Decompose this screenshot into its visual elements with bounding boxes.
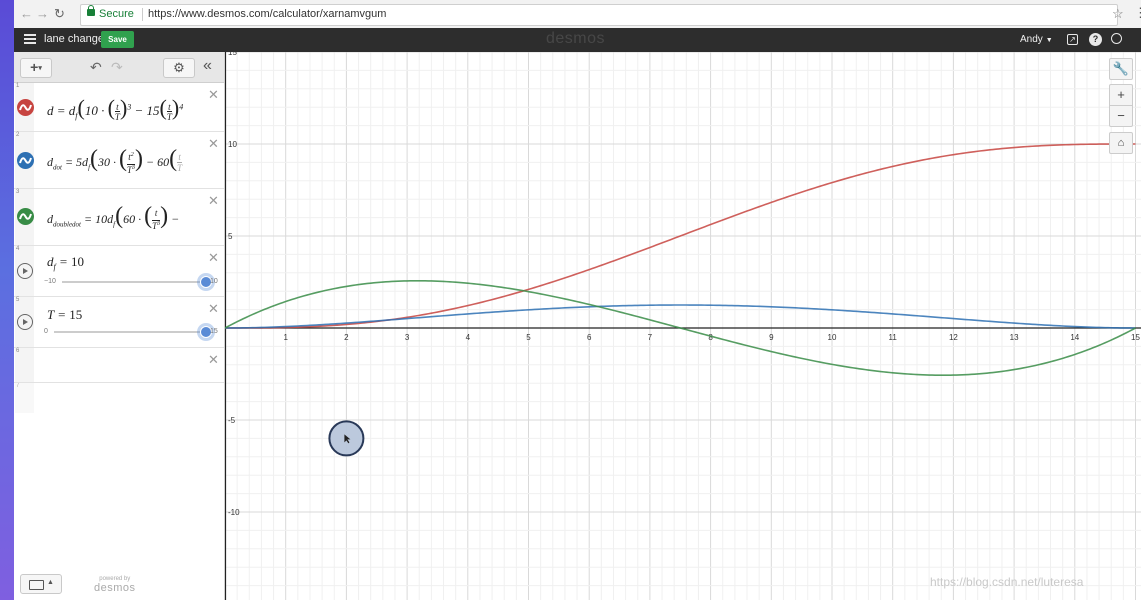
expression-row[interactable]: 1 d = df(10 · (t T)3 − 15(t T)4 ✕ [14,83,224,132]
slider-min[interactable]: −10 [44,278,56,285]
redo-icon[interactable]: ↷ [111,59,123,76]
watermark-text: https://blog.csdn.net/luteresa [930,575,1084,589]
user-name: Andy [1020,34,1043,45]
keyboard-icon [29,580,44,590]
add-item-button[interactable]: +▾ [20,58,52,78]
lock-icon [87,5,95,16]
address-bar[interactable]: Secure https://www.desmos.com/calculator… [80,4,1118,26]
share-icon[interactable]: ↗ [1067,34,1078,45]
green-wave-icon[interactable] [17,208,34,225]
expression-row[interactable]: 2 ddot = 5df(30 · (t2 T3) − 60(t T ✕ [14,132,224,189]
expression-index: 6 [15,348,34,382]
slider-value: 10 [71,254,85,269]
x-tick-label: 11 [889,333,898,342]
x-tick-label: 15 [1131,333,1140,342]
y-tick-label: 5 [228,232,233,241]
x-tick-label: 1 [283,333,288,342]
new-expression-row[interactable]: 7 [14,383,224,413]
user-menu[interactable]: Andy ▼ [1020,34,1053,45]
browser-toolbar: ← → ↻ Secure https://www.desmos.com/calc… [14,0,1141,29]
play-icon[interactable] [17,314,33,330]
x-tick-label: 13 [1010,333,1019,342]
x-tick-label: 10 [828,333,837,342]
y-tick-label: 10 [228,140,237,149]
chevron-up-icon: ▲ [47,579,54,586]
slider-subscript: f [53,262,56,272]
desmos-logo: desmos [546,30,606,47]
velocity-curve [225,304,1136,329]
blue-wave-icon[interactable] [17,152,34,169]
globe-icon[interactable] [1111,33,1122,44]
chevron-down-icon: ▼ [1045,37,1053,44]
x-tick-label: 6 [587,333,592,342]
expression-index: 7 [15,383,34,413]
slider-track[interactable] [62,281,206,283]
slider-value: 15 [69,307,83,322]
graph-canvas[interactable]: 1 2 3 4 5 6 7 8 9 10 11 12 13 14 15 15 10 5 -5 -10 🔧 + − ⌂ [225,52,1141,600]
math-field[interactable]: ddoubledot = 10df(60 · (t T3) − [47,203,209,232]
x-tick-label: 7 [648,333,653,342]
slider-max[interactable]: 15 [210,328,218,335]
close-icon[interactable]: ✕ [208,136,219,152]
powered-by-brand: desmos [94,582,136,594]
x-tick-label: 3 [405,333,410,342]
slider-variable: T [47,307,54,322]
slider-track[interactable] [54,331,206,333]
bookmark-star-icon[interactable]: ☆ [1112,6,1124,22]
close-icon[interactable]: ✕ [208,301,219,317]
close-icon[interactable]: ✕ [208,87,219,103]
slider-min[interactable]: 0 [44,328,48,335]
math-field[interactable]: T = 15 [47,307,82,323]
zoom-out-button[interactable]: − [1109,105,1133,127]
expression-toolbar: +▾ ↶ ↷ ⚙ « [14,52,224,83]
chevron-down-icon: ▾ [38,64,42,72]
x-tick-label: 12 [949,333,958,342]
expression-row[interactable]: 3 ddoubledot = 10df(60 · (t T3) − ✕ [14,189,224,246]
home-icon[interactable]: ⌂ [1109,132,1133,154]
hamburger-menu-icon[interactable] [24,34,36,44]
url-text[interactable]: https://www.desmos.com/calculator/xarnam… [148,8,386,20]
powered-by-desmos[interactable]: powered by desmos [94,576,136,594]
save-button[interactable]: Save [101,31,134,48]
x-tick-label: 2 [344,333,349,342]
slider-row[interactable]: 5 T = 15 0 15 ✕ [14,297,224,348]
omnibox-divider [142,8,143,21]
play-icon[interactable] [17,263,33,279]
math-field[interactable]: d = df(10 · (t T)3 − 15(t T)4 [47,95,207,123]
red-wave-icon[interactable] [17,99,34,116]
undo-icon[interactable]: ↶ [90,59,102,76]
gear-icon[interactable]: ⚙ [163,58,195,78]
close-icon[interactable]: ✕ [208,250,219,266]
graph-plot[interactable]: 1 2 3 4 5 6 7 8 9 10 11 12 13 14 1515105-5-10 [225,52,1141,600]
y-tick-label: -5 [228,416,236,425]
graph-title[interactable]: lane change [44,33,104,45]
secure-label: Secure [99,8,134,20]
forward-icon[interactable]: → [36,6,49,21]
close-icon[interactable]: ✕ [208,352,219,368]
empty-expression-row[interactable]: 6 ✕ [14,348,224,383]
collapse-panel-icon[interactable]: « [203,57,212,75]
zoom-in-button[interactable]: + [1109,84,1133,106]
x-tick-label: 14 [1070,333,1079,342]
expression-panel: +▾ ↶ ↷ ⚙ « 1 d = df(10 · (t T)3 − 15(t T)4… [14,52,225,600]
y-tick-label: -10 [228,508,240,517]
browser-menu-icon[interactable]: ⋮ [1134,5,1141,21]
reload-icon[interactable]: ↻ [54,6,65,22]
slider-row[interactable]: 4 df = 10 −10 10 ✕ [14,246,224,297]
x-tick-label: 4 [466,333,471,342]
wrench-icon[interactable]: 🔧 [1109,58,1133,80]
slider-max[interactable]: 10 [210,278,218,285]
math-field[interactable]: ddot = 5df(30 · (t2 T3) − 60(t T [47,146,209,176]
help-icon[interactable]: ? [1089,33,1102,46]
app-header: lane change Save desmos Andy ▼ ↗ ? [14,28,1141,52]
back-icon[interactable]: ← [20,6,33,21]
keyboard-toggle-button[interactable]: ▲ [20,574,62,594]
close-icon[interactable]: ✕ [208,193,219,209]
x-tick-label: 9 [769,333,774,342]
x-tick-label: 5 [526,333,531,342]
y-tick-label: 15 [228,52,237,57]
math-field[interactable]: df = 10 [47,254,84,272]
